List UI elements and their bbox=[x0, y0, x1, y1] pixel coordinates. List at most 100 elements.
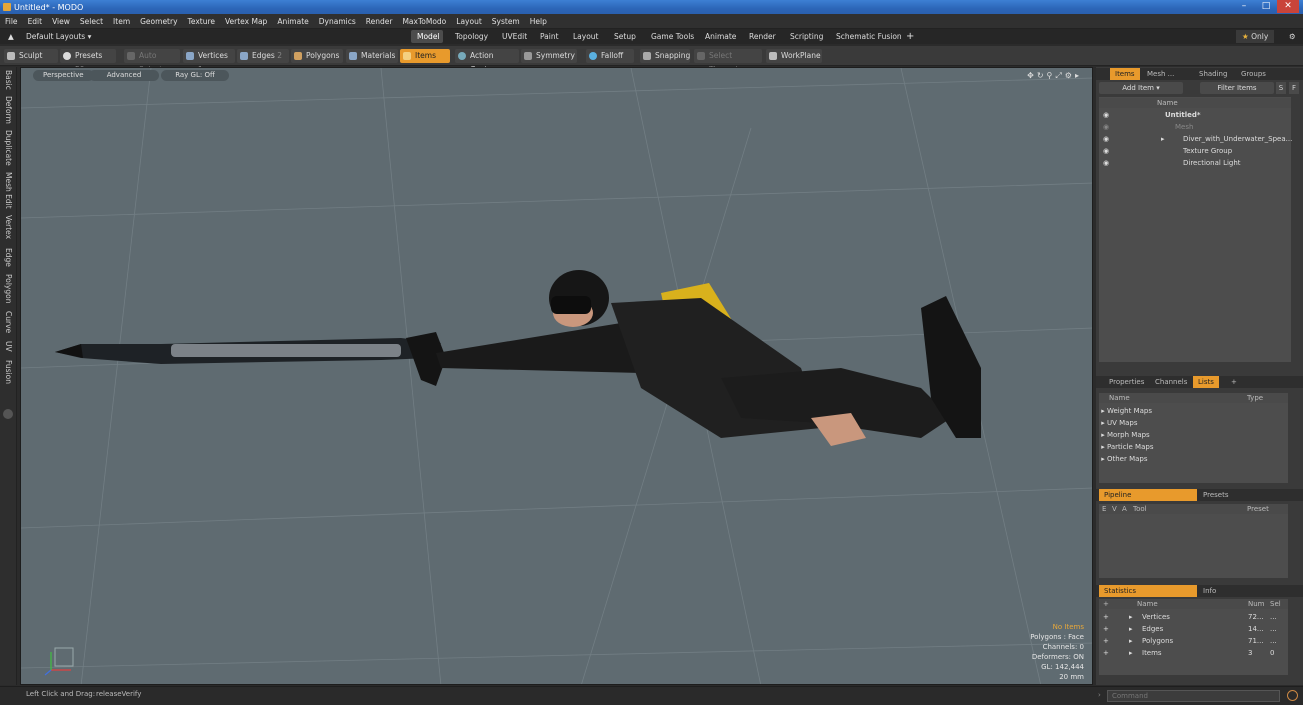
maximize-icon[interactable]: □ bbox=[1255, 0, 1277, 13]
layout-pin-icon[interactable]: ▲ bbox=[2, 30, 20, 43]
menu-vertex-map[interactable]: Vertex Map bbox=[220, 14, 272, 29]
vtab-curve[interactable]: Curve bbox=[1, 309, 16, 335]
vtab-edge[interactable]: Edge bbox=[1, 245, 16, 269]
tab-properties[interactable]: Properties bbox=[1104, 376, 1149, 388]
close-icon[interactable]: ✕ bbox=[1277, 0, 1299, 13]
menu-help[interactable]: Help bbox=[525, 14, 552, 29]
workplane-button[interactable]: WorkPlane bbox=[766, 49, 822, 63]
stats-row[interactable]: + ▸ Edges 14...... bbox=[1099, 623, 1287, 635]
add-icon[interactable]: + bbox=[1103, 635, 1109, 647]
items-button[interactable]: Items bbox=[400, 49, 450, 63]
menu-select[interactable]: Select bbox=[75, 14, 108, 29]
eye-icon[interactable]: ◉ bbox=[1103, 109, 1109, 121]
vtab-duplicate[interactable]: Duplicate bbox=[1, 129, 16, 167]
add-icon[interactable]: + bbox=[1103, 611, 1109, 623]
presets-button[interactable]: Presets F6 bbox=[60, 49, 116, 74]
vtab-uv[interactable]: UV bbox=[1, 339, 16, 353]
tree-row[interactable]: ◉ Mesh bbox=[1099, 121, 1287, 133]
add-layout-tab-button[interactable]: + bbox=[900, 30, 920, 43]
tab-pipeline[interactable]: Pipeline bbox=[1099, 489, 1197, 501]
symmetry-button[interactable]: Symmetry bbox=[521, 49, 577, 63]
tab-topology[interactable]: Topology bbox=[449, 30, 494, 43]
tab-scripting[interactable]: Scripting bbox=[784, 30, 829, 43]
perspective-button[interactable]: Perspective bbox=[33, 70, 94, 81]
list-item[interactable]: ▸ Weight Maps bbox=[1099, 405, 1287, 417]
sculpt-button[interactable]: Sculpt bbox=[4, 49, 58, 63]
menu-render[interactable]: Render bbox=[361, 14, 398, 29]
tree-row[interactable]: ◉ ▸ Diver_with_Underwater_Spea... bbox=[1099, 133, 1292, 145]
tree-row[interactable]: ◉ Directional Light bbox=[1099, 157, 1287, 169]
snapping-button[interactable]: Snapping bbox=[640, 49, 690, 63]
menu-edit[interactable]: Edit bbox=[23, 14, 48, 29]
tab-setup[interactable]: Setup bbox=[608, 30, 642, 43]
menu-item[interactable]: Item bbox=[108, 14, 135, 29]
f-toggle-button[interactable]: F bbox=[1289, 82, 1299, 94]
advanced-button[interactable]: Advanced bbox=[89, 70, 159, 81]
viewport-nav-icons[interactable]: ✥↻⚲⤢⚙▸ bbox=[1027, 71, 1082, 81]
list-item[interactable]: ▸ Particle Maps bbox=[1099, 441, 1287, 453]
command-input[interactable] bbox=[1107, 690, 1280, 702]
settings-gear-icon[interactable]: ⚙ bbox=[1283, 30, 1302, 43]
eye-icon[interactable]: ◉ bbox=[1103, 133, 1109, 145]
tab-presets[interactable]: Presets bbox=[1198, 489, 1233, 501]
menu-animate[interactable]: Animate bbox=[272, 14, 313, 29]
tab-render[interactable]: Render bbox=[743, 30, 782, 43]
tab-animate[interactable]: Animate bbox=[699, 30, 742, 43]
add-tab-button[interactable]: + bbox=[1226, 376, 1242, 388]
vertices-button[interactable]: Vertices 1 bbox=[183, 49, 235, 74]
tab-items[interactable]: Items bbox=[1110, 68, 1140, 80]
auto-select-button[interactable]: Auto Select bbox=[124, 49, 180, 74]
record-icon[interactable] bbox=[1287, 690, 1298, 701]
eye-icon[interactable]: ◉ bbox=[1103, 121, 1109, 133]
tab-uvedit[interactable]: UVEdit bbox=[496, 30, 533, 43]
falloff-button[interactable]: Falloff bbox=[586, 49, 634, 63]
vtab-fusion[interactable]: Fusion bbox=[1, 357, 16, 387]
menu-layout[interactable]: Layout bbox=[451, 14, 487, 29]
tab-channels[interactable]: Channels bbox=[1150, 376, 1192, 388]
menu-file[interactable]: File bbox=[0, 14, 23, 29]
list-item[interactable]: ▸ UV Maps bbox=[1099, 417, 1287, 429]
polygons-button[interactable]: Polygons bbox=[291, 49, 343, 63]
edges-button[interactable]: Edges 2 bbox=[237, 49, 289, 63]
minimize-icon[interactable]: – bbox=[1233, 0, 1255, 13]
expand-arrow-icon[interactable]: ▸ bbox=[1161, 133, 1165, 145]
action-center-button[interactable]: Action Center bbox=[455, 49, 519, 74]
3d-viewport[interactable]: Perspective Advanced Ray GL: Off ✥↻⚲⤢⚙▸ … bbox=[20, 67, 1093, 685]
materials-button[interactable]: Materials bbox=[346, 49, 398, 63]
tab-info[interactable]: Info bbox=[1198, 585, 1221, 597]
tab-statistics[interactable]: Statistics bbox=[1099, 585, 1197, 597]
tab-mesh[interactable]: Mesh ... bbox=[1142, 68, 1179, 80]
add-icon[interactable]: + bbox=[1103, 623, 1109, 635]
add-item-button[interactable]: Add Item ▾ bbox=[1099, 82, 1183, 94]
menu-geometry[interactable]: Geometry bbox=[135, 14, 182, 29]
tab-groups[interactable]: Groups bbox=[1236, 68, 1271, 80]
stats-row[interactable]: + ▸ Polygons 71...... bbox=[1099, 635, 1287, 647]
expand-all-icon[interactable]: + bbox=[1103, 599, 1109, 609]
tab-paint[interactable]: Paint bbox=[534, 30, 565, 43]
stats-row[interactable]: + ▸ Vertices 72...... bbox=[1099, 611, 1287, 623]
tree-row[interactable]: ◉ Untitled* bbox=[1099, 109, 1287, 121]
stats-row[interactable]: + ▸ Items 3 0 bbox=[1099, 647, 1287, 659]
vtab-deform[interactable]: Deform bbox=[1, 95, 16, 125]
add-icon[interactable]: + bbox=[1103, 647, 1109, 659]
menu-texture[interactable]: Texture bbox=[183, 14, 220, 29]
select-through-button[interactable]: Select Through bbox=[694, 49, 762, 74]
tab-model[interactable]: Model bbox=[411, 30, 443, 43]
eye-icon[interactable]: ◉ bbox=[1103, 145, 1109, 157]
tab-shading[interactable]: Shading bbox=[1194, 68, 1232, 80]
menu-maxtomodo[interactable]: MaxToModo bbox=[397, 14, 451, 29]
menu-view[interactable]: View bbox=[47, 14, 75, 29]
raygl-button[interactable]: Ray GL: Off bbox=[161, 70, 229, 81]
default-layouts-select[interactable]: Default Layouts ▾ bbox=[20, 30, 97, 43]
vtab-basic[interactable]: Basic bbox=[1, 69, 16, 91]
tabs-toggle-icon[interactable] bbox=[3, 409, 13, 419]
tab-layout[interactable]: Layout bbox=[567, 30, 605, 43]
list-item[interactable]: ▸ Other Maps bbox=[1099, 453, 1287, 465]
list-item[interactable]: ▸ Morph Maps bbox=[1099, 429, 1287, 441]
menu-dynamics[interactable]: Dynamics bbox=[314, 14, 361, 29]
eye-icon[interactable]: ◉ bbox=[1103, 157, 1109, 169]
s-toggle-button[interactable]: S bbox=[1276, 82, 1286, 94]
vtab-polygon[interactable]: Polygon bbox=[1, 273, 16, 305]
filter-items-button[interactable]: Filter Items bbox=[1200, 82, 1274, 94]
menu-system[interactable]: System bbox=[487, 14, 525, 29]
